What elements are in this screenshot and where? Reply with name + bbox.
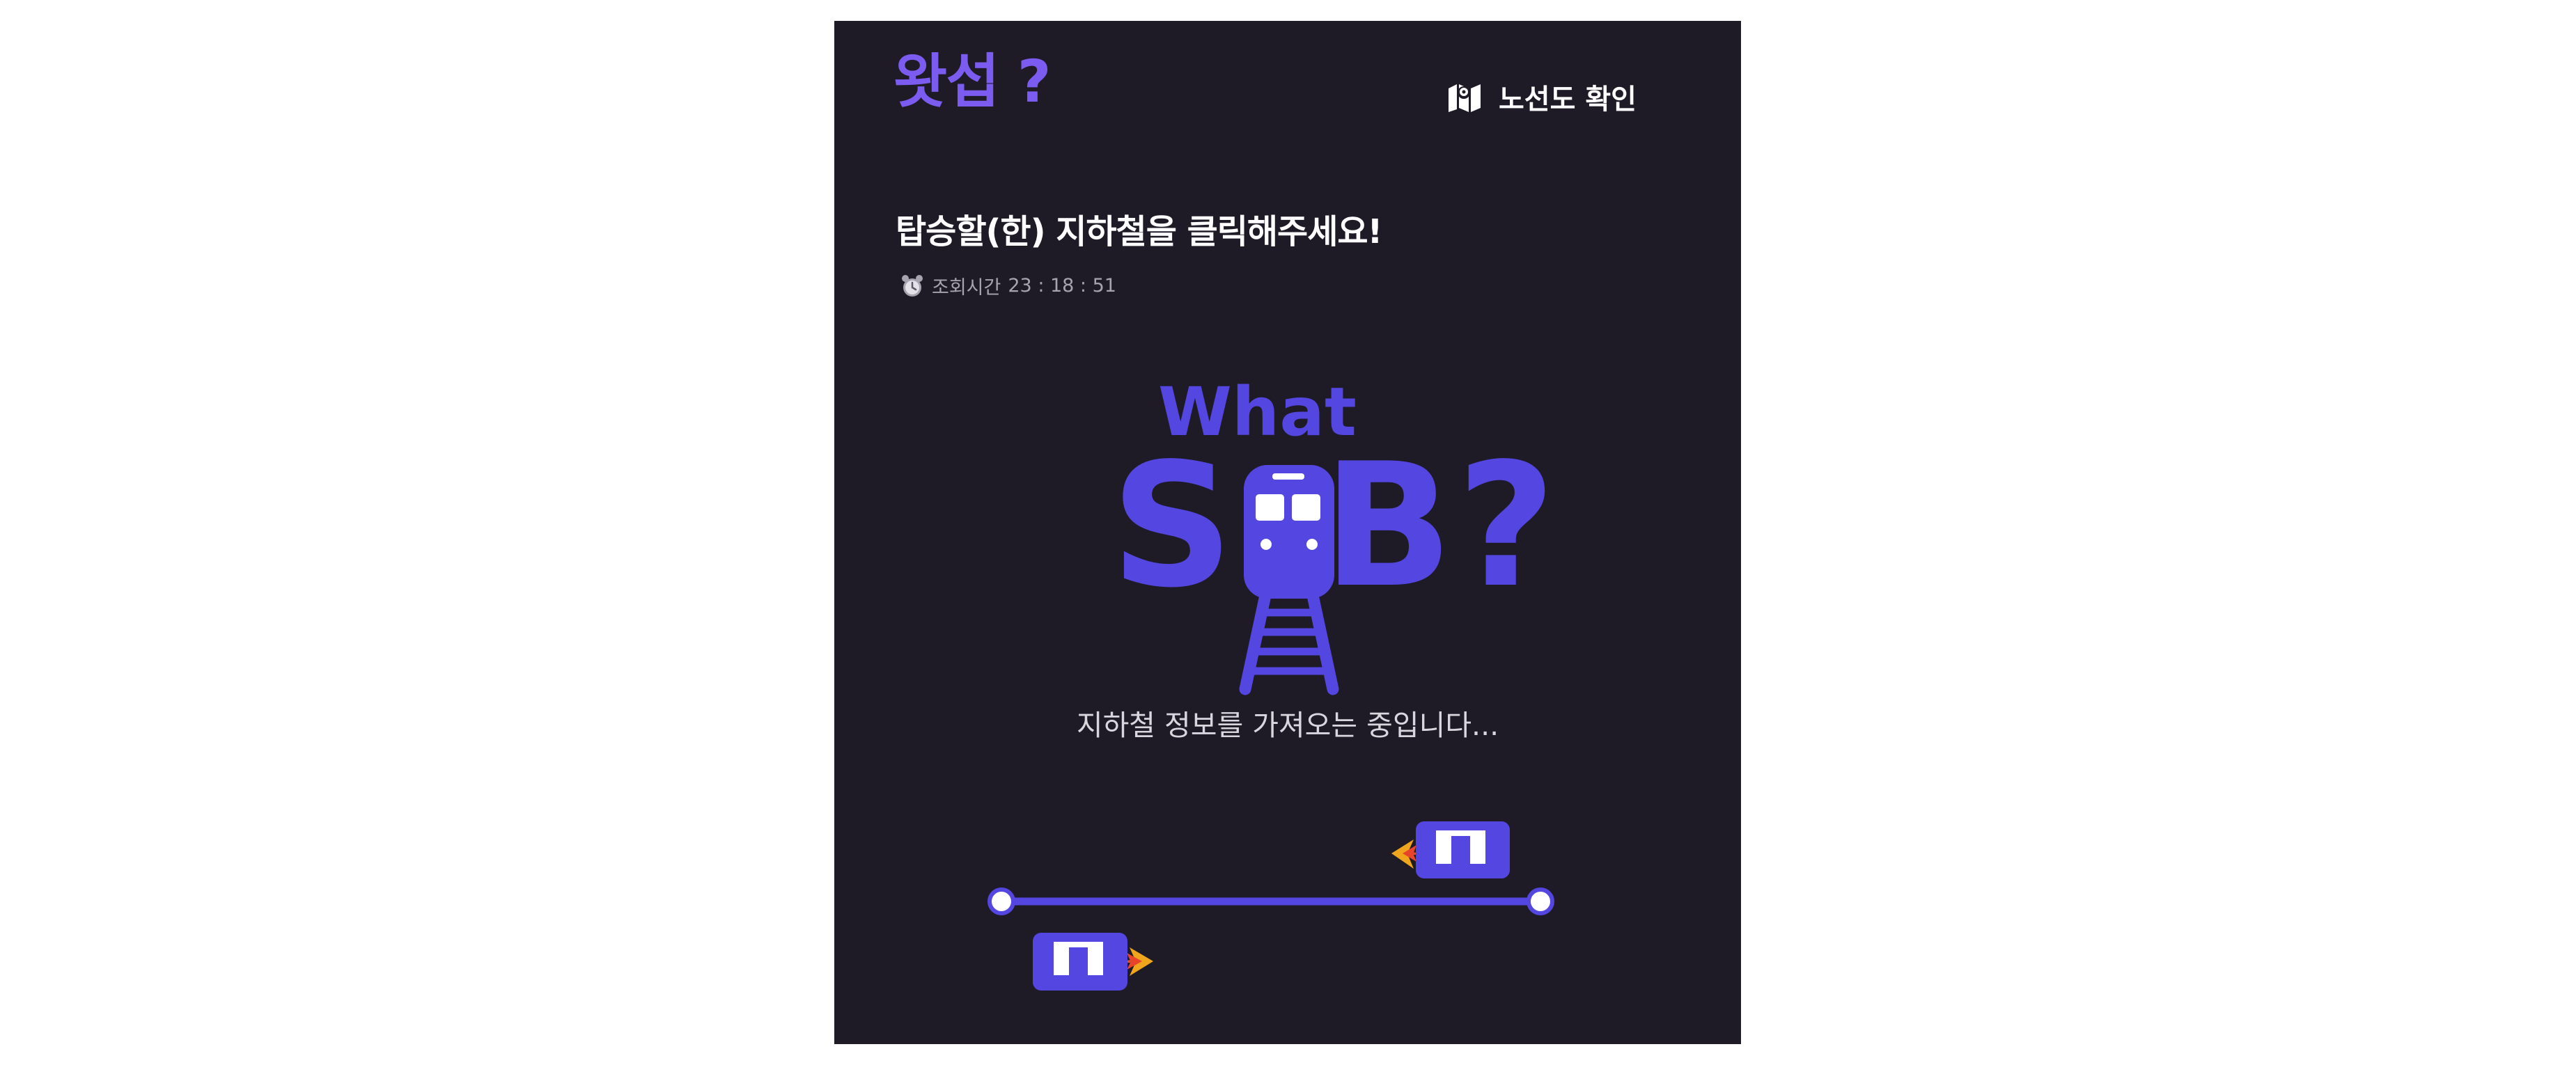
logo-letter-s: S xyxy=(1111,427,1233,625)
subway-train-icon xyxy=(1239,465,1339,695)
lookup-time-value: 23 : 18 : 51 xyxy=(1008,275,1116,297)
train-car-lower xyxy=(1033,933,1153,991)
route-map-button[interactable]: 노선도 확인 xyxy=(1447,77,1637,117)
logo-letter-b: B xyxy=(1323,427,1453,625)
lookup-time-row: 조회시간 23 : 18 : 51 xyxy=(900,272,1116,299)
whatsub-logo: What S B ? xyxy=(1111,373,1552,695)
logo-question-mark: ? xyxy=(1457,427,1552,625)
lookup-time-label: 조회시간 xyxy=(932,277,1001,299)
loading-animation xyxy=(988,821,1554,991)
app-title[interactable]: 왓섭 ? xyxy=(893,52,1052,111)
loading-message: 지하철 정보를 가져오는 중입니다... xyxy=(1076,709,1499,742)
map-icon xyxy=(1449,84,1481,112)
station-dot-left xyxy=(988,888,1015,915)
station-dot-right xyxy=(1527,888,1554,915)
alarm-clock-icon xyxy=(902,274,923,297)
train-car-upper xyxy=(1391,821,1510,878)
instruction-text: 탑승할(한) 지하철을 클릭해주세요! xyxy=(896,212,1382,251)
route-map-label: 노선도 확인 xyxy=(1499,84,1637,116)
app-screen: 왓섭 ? 노선도 확인 탑승할(한) 지하철을 클릭해주세요! 조회시간 23 … xyxy=(834,21,1741,1044)
